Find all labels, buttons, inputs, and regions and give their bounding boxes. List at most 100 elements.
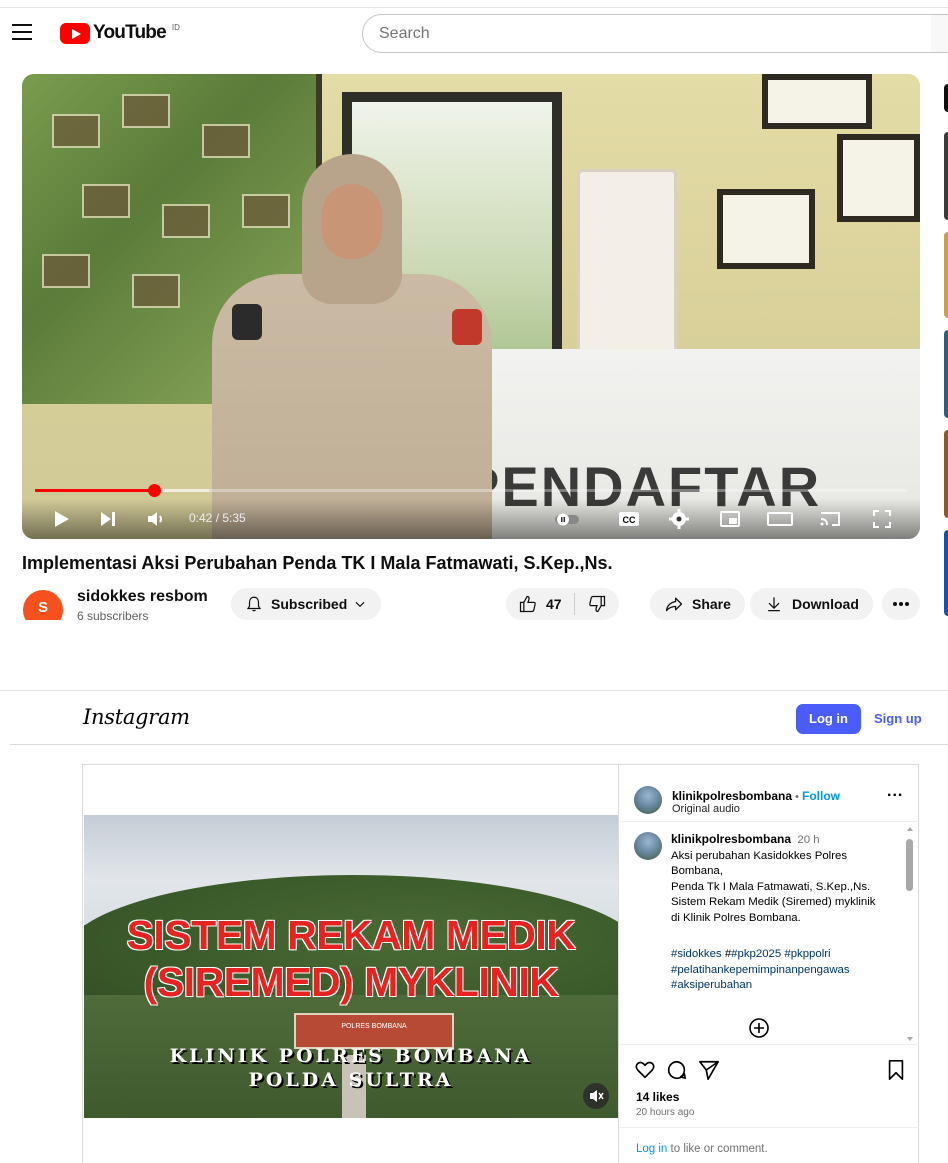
dislike-icon[interactable] — [587, 594, 607, 614]
divider — [573, 593, 575, 615]
hashtag-hash: # — [721, 948, 732, 960]
hashtag-link[interactable]: #sidokkes — [671, 948, 722, 960]
next-icon[interactable] — [96, 507, 120, 531]
subscribed-label: Subscribed — [271, 596, 348, 612]
divider — [0, 7, 948, 8]
profile-avatar[interactable] — [634, 786, 662, 814]
logo-text: YouTube — [93, 22, 167, 43]
send-icon[interactable] — [698, 1059, 720, 1081]
autoplay-toggle-icon[interactable] — [553, 507, 581, 531]
channel-row: S sidokkes resbom 6 subscribers Subscrib… — [22, 586, 920, 620]
search-input[interactable] — [362, 14, 932, 53]
scroll-down-icon[interactable] — [906, 1035, 914, 1043]
video-person — [202, 154, 492, 539]
channel-name[interactable]: sidokkes resbom — [77, 588, 208, 606]
download-label: Download — [792, 596, 859, 612]
overlay-subtitle-line1: KLINIK POLRES BOMBANA — [169, 1045, 533, 1067]
post-actions — [620, 1055, 919, 1085]
divider — [620, 1127, 919, 1128]
video-scene-poster — [577, 169, 677, 359]
caption-username[interactable]: klinikpolresbombana — [671, 832, 791, 846]
miniplayer-icon[interactable] — [718, 507, 742, 531]
comment-icon[interactable] — [666, 1059, 688, 1081]
caption-avatar[interactable] — [634, 832, 662, 860]
post-media: POLRES BOMBANA SISTEM REKAM MEDIK (SIREM… — [83, 765, 619, 1163]
bell-icon — [246, 596, 262, 612]
scrollbar-thumb[interactable] — [906, 839, 913, 891]
youtube-play-icon — [60, 22, 90, 44]
login-button[interactable]: Log in — [796, 704, 861, 734]
post-caption: klinikpolresbombana 20 h Aksi perubahan … — [620, 823, 919, 1045]
audio-label[interactable]: Original audio — [672, 803, 740, 815]
caption-line: Bombana, — [671, 865, 723, 877]
subscriber-count: 6 subscribers — [77, 609, 149, 620]
like-count[interactable]: 14 likes — [636, 1090, 679, 1104]
caption-line: Aksi perubahan Kasidokkes Polres — [671, 849, 848, 862]
post-timestamp: 20 hours ago — [636, 1107, 695, 1118]
sidebar-thumbnail[interactable] — [944, 530, 948, 616]
cast-icon[interactable] — [818, 507, 842, 531]
more-options-button[interactable]: ... — [887, 783, 903, 801]
login-prompt: Log in to like or comment. — [636, 1143, 768, 1155]
channel-avatar[interactable]: S — [23, 590, 63, 620]
hashtags: #sidokkes ##pkp2025 #pkppolri #pelatihan… — [671, 947, 903, 994]
post-header: klinikpolresbombana • Follow Original au… — [620, 765, 919, 822]
share-label: Share — [692, 596, 731, 612]
sidebar-thumbnail[interactable] — [944, 330, 948, 418]
login-link[interactable]: Log in — [636, 1143, 667, 1155]
youtube-logo[interactable]: YouTube ID — [60, 22, 180, 44]
search-button[interactable] — [931, 14, 948, 53]
like-count[interactable]: 47 — [546, 596, 562, 612]
signup-link[interactable]: Sign up — [874, 711, 922, 726]
volume-icon[interactable] — [144, 507, 168, 531]
sidebar-thumbnail[interactable] — [944, 232, 948, 318]
time-display: 0:42 / 5:35 — [189, 511, 246, 525]
sidebar-thumbnail[interactable] — [944, 430, 948, 518]
hashtag-link[interactable]: #aksiperubahan — [671, 978, 903, 994]
post-username[interactable]: klinikpolresbombana — [672, 789, 792, 803]
play-icon[interactable] — [49, 507, 73, 531]
divider — [10, 744, 948, 745]
scroll-up-icon[interactable] — [906, 825, 914, 833]
instagram-logo[interactable]: Instagram — [83, 705, 190, 729]
video-scene-frame — [762, 74, 872, 129]
subscribed-button[interactable]: Subscribed — [231, 588, 382, 620]
overlay-subtitle-line2: POLDA SULTRA — [248, 1069, 454, 1091]
video-scene-frame — [837, 134, 920, 222]
add-circle-icon[interactable] — [748, 1017, 770, 1039]
settings-icon[interactable] — [667, 507, 691, 531]
caption-line: di Klinik Polres Bombana. — [671, 911, 801, 924]
svg-text:CC: CC — [623, 515, 636, 525]
more-horizontal-icon — [893, 602, 909, 606]
hashtag-link[interactable]: #pkp2025 #pkppolri — [731, 948, 830, 960]
theater-mode-icon[interactable] — [766, 507, 794, 531]
post-video[interactable]: POLRES BOMBANA SISTEM REKAM MEDIK (SIREM… — [84, 815, 618, 1118]
chevron-down-icon — [355, 601, 365, 608]
caption-scrollbar[interactable] — [906, 825, 914, 1043]
divider — [0, 690, 948, 691]
like-dislike-group: 47 — [506, 588, 619, 620]
caption-line: Penda Tk I Mala Fatmawati, S.Kep.,Ns. — [671, 880, 871, 893]
captions-icon[interactable]: CC — [617, 507, 641, 531]
bookmark-icon[interactable] — [886, 1059, 906, 1081]
follow-button[interactable]: Follow — [802, 789, 840, 803]
muted-speaker-icon — [590, 1090, 604, 1102]
video-title: Implementasi Aksi Perubahan Penda TK I M… — [22, 553, 613, 573]
video-player[interactable]: PENDAFTAR 0:42 / 5:35 CC — [22, 74, 920, 539]
fullscreen-icon[interactable] — [870, 507, 894, 531]
follow-separator: • — [792, 791, 802, 803]
progress-bar[interactable] — [35, 484, 907, 497]
share-button[interactable]: Share — [650, 588, 745, 620]
mute-button[interactable] — [583, 1083, 609, 1109]
instagram-post: POLRES BOMBANA SISTEM REKAM MEDIK (SIREM… — [82, 764, 919, 1163]
menu-icon[interactable] — [12, 24, 32, 42]
heart-icon[interactable] — [634, 1059, 656, 1081]
download-button[interactable]: Download — [750, 588, 873, 620]
sidebar-thumbnail[interactable] — [944, 132, 948, 220]
like-icon[interactable] — [518, 594, 538, 614]
video-scene-frame — [717, 189, 815, 269]
more-actions-button[interactable] — [882, 588, 920, 620]
country-code: ID — [171, 22, 180, 32]
hashtag-link[interactable]: #pelatihankepemimpinanpengawas — [671, 963, 903, 979]
sidebar-thumbnail[interactable] — [944, 84, 948, 112]
